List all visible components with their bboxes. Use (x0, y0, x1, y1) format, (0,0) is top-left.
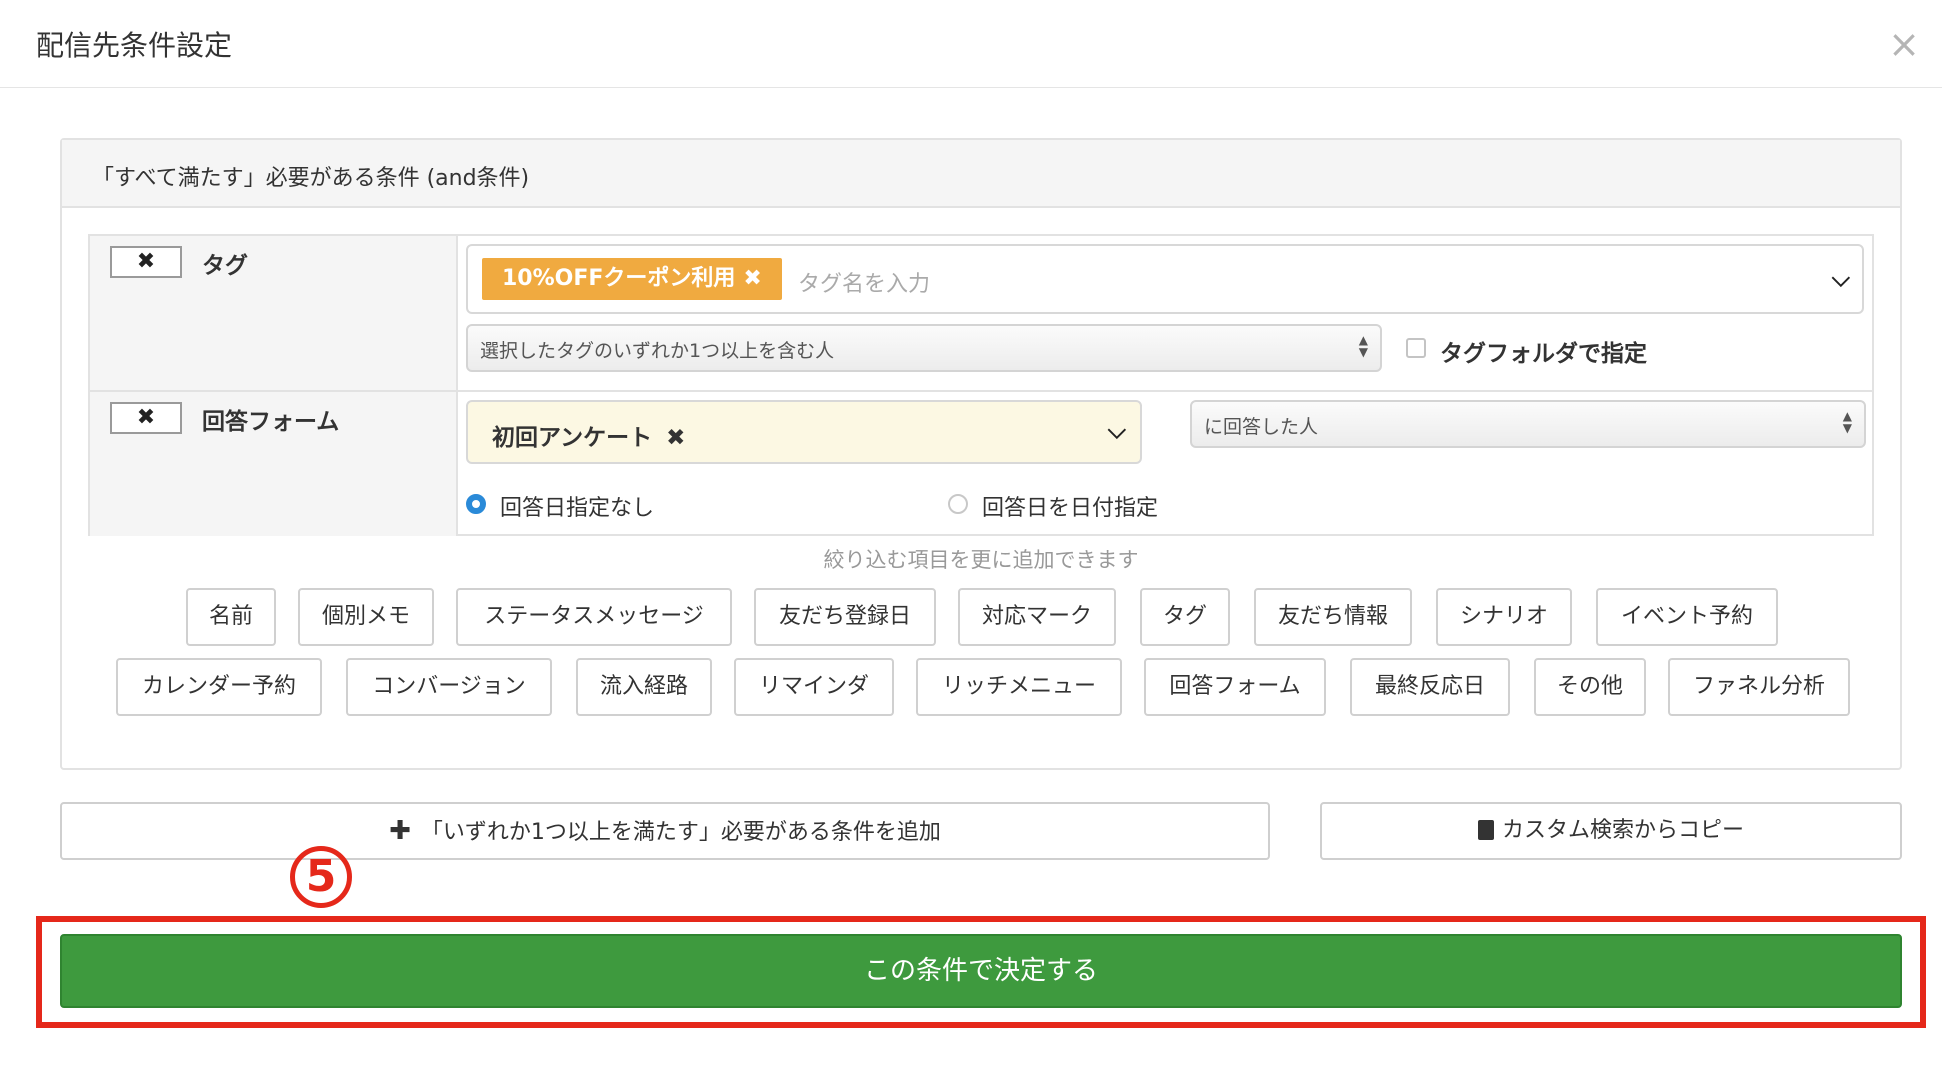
copy-from-custom-search-label: カスタム検索からコピー (1501, 818, 1744, 843)
radio-no-date-label: 回答日指定なし (500, 496, 655, 521)
remove-tag-condition-button[interactable]: ✖ (110, 246, 182, 278)
filter-button-response-mark[interactable]: 対応マーク (958, 588, 1116, 646)
condition-value-cell: 初回アンケート ✖ ⌵ に回答した人 ▲ ▼ 回答日指定なし 回答日を日付指定 (458, 392, 1872, 536)
remove-form-condition-button[interactable]: ✖ (110, 402, 182, 434)
form-answer-mode-select[interactable]: に回答した人 ▲ ▼ (1190, 400, 1866, 448)
form-answer-mode-value: に回答した人 (1204, 416, 1319, 438)
filter-button-source[interactable]: 流入経路 (576, 658, 712, 716)
filter-button-other[interactable]: その他 (1534, 658, 1646, 716)
filter-button-name[interactable]: 名前 (186, 588, 276, 646)
filter-button-rich-menu[interactable]: リッチメニュー (916, 658, 1122, 716)
condition-row-form: ✖ 回答フォーム 初回アンケート ✖ ⌵ に回答した人 ▲▼ 回答日指定なし (90, 392, 1872, 536)
filter-button-scenario[interactable]: シナリオ (1436, 588, 1572, 646)
tag-folder-label: タグフォルダで指定 (1440, 341, 1647, 367)
filter-button-reminder[interactable]: リマインダ (734, 658, 894, 716)
add-or-condition-button[interactable]: ✚ 「いずれか1つ以上を満たす」必要がある条件を追加 (60, 802, 1270, 860)
clipboard-icon (1477, 820, 1494, 840)
select-arrows-icon: ▲ ▼ (1842, 409, 1852, 435)
selected-form-chip: 初回アンケート ✖ (492, 418, 685, 452)
plus-icon: ✚ (389, 816, 411, 846)
filter-button-status-message[interactable]: ステータスメッセージ (456, 588, 732, 646)
form-select[interactable]: 初回アンケート ✖ ⌵ (466, 400, 1142, 464)
tag-folder-checkbox[interactable] (1406, 338, 1426, 358)
condition-value-cell: 10%OFFクーポン利用 ✖ タグ名を入力 ⌵ 選択したタグのいずれか1つ以上を含… (458, 236, 1872, 390)
modal-header: 配信先条件設定 × (0, 0, 1942, 88)
modal-title: 配信先条件設定 (36, 29, 233, 62)
filter-button-friend-info[interactable]: 友だち情報 (1254, 588, 1412, 646)
copy-from-custom-search-button[interactable]: カスタム検索からコピー (1320, 802, 1902, 860)
tag-select-input[interactable]: 10%OFFクーポン利用 ✖ タグ名を入力 ⌵ (466, 244, 1864, 314)
filter-button-memo[interactable]: 個別メモ (298, 588, 434, 646)
and-conditions-panel: 「すべて満たす」必要がある条件 (and条件) ✖ タグ 10%OFFクーポン利… (60, 138, 1902, 770)
chevron-down-icon[interactable]: ⌵ (1108, 416, 1126, 444)
add-or-condition-label: 「いずれか1つ以上を満たす」必要がある条件を追加 (420, 820, 941, 845)
selected-tag-chip: 10%OFFクーポン利用 ✖ (482, 258, 782, 300)
condition-label-cell: ✖ 回答フォーム (90, 392, 458, 536)
filter-buttons-row-1: 名前 個別メモ ステータスメッセージ 友だち登録日 対応マーク タグ 友だち情報… (62, 588, 1900, 646)
add-filter-hint: 絞り込む項目を更に追加できます (823, 548, 1139, 572)
filter-button-last-response[interactable]: 最終反応日 (1350, 658, 1510, 716)
filter-button-funnel[interactable]: ファネル分析 (1668, 658, 1850, 716)
radio-by-date[interactable] (948, 494, 968, 514)
close-icon[interactable]: × (1884, 24, 1924, 64)
tag-name-input[interactable]: タグ名を入力 (798, 266, 930, 298)
chevron-down-icon[interactable]: ⌵ (1832, 264, 1850, 292)
filter-button-tag[interactable]: タグ (1140, 588, 1230, 646)
filter-button-event[interactable]: イベント予約 (1596, 588, 1778, 646)
tag-match-mode-select[interactable]: 選択したタグのいずれか1つ以上を含む人 ▲ ▼ (466, 324, 1382, 372)
condition-name-form: 回答フォーム (202, 409, 340, 435)
step-number-annotation: 5 (290, 846, 352, 908)
filter-buttons-row-2: カレンダー予約 コンバージョン 流入経路 リマインダ リッチメニュー 回答フォー… (62, 658, 1900, 716)
filter-button-calendar[interactable]: カレンダー予約 (116, 658, 322, 716)
tag-match-mode-value: 選択したタグのいずれか1つ以上を含む人 (480, 340, 835, 362)
filter-button-conversion[interactable]: コンバージョン (346, 658, 552, 716)
condition-row-tag: ✖ タグ 10%OFFクーポン利用 ✖ タグ名を入力 ⌵ 選択したタグのいずれか1… (90, 236, 1872, 392)
selected-form-label: 初回アンケート (492, 425, 653, 451)
radio-by-date-label: 回答日を日付指定 (982, 496, 1159, 521)
conditions-table: ✖ タグ 10%OFFクーポン利用 ✖ タグ名を入力 ⌵ 選択したタグのいずれか1… (88, 234, 1874, 536)
radio-no-date[interactable] (466, 494, 486, 514)
condition-name-tag: タグ (202, 253, 248, 279)
condition-label-cell: ✖ タグ (90, 236, 458, 390)
select-arrows-icon: ▲ ▼ (1358, 333, 1368, 359)
selected-tag-label: 10%OFFクーポン利用 (502, 266, 736, 291)
and-conditions-heading: 「すべて満たす」必要がある条件 (and条件) (62, 140, 1900, 208)
remove-form-chip-icon[interactable]: ✖ (666, 425, 685, 451)
submit-conditions-button[interactable]: この条件で決定する (60, 934, 1902, 1008)
filter-button-friend-date[interactable]: 友だち登録日 (754, 588, 936, 646)
remove-tag-chip-icon[interactable]: ✖ (743, 266, 761, 291)
filter-button-answer-form[interactable]: 回答フォーム (1144, 658, 1326, 716)
